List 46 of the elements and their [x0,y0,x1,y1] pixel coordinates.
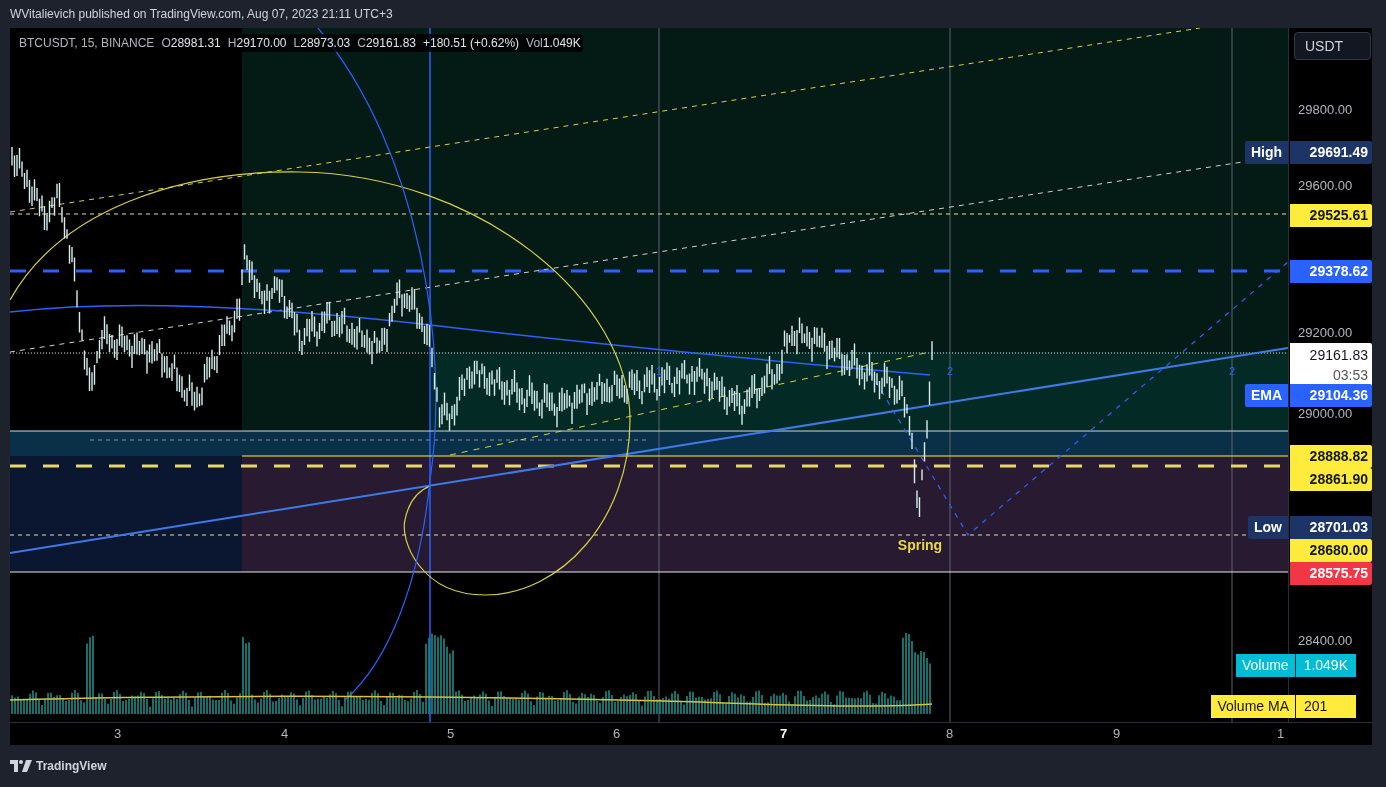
indicator-name: Volume MA [1211,695,1296,718]
price-tag: 28680.00 [1290,539,1372,562]
price-axis-label: 29600.00 [1298,178,1353,194]
ohlc-value: C29161.83 [357,35,416,52]
time-axis-label: 9 [1113,726,1121,742]
price-axis-label: 28400.00 [1298,633,1353,649]
chart-annotation: Spring [897,537,943,553]
symbol-info: BTCUSDT, 15, BINANCE [19,35,155,52]
time-axis-label: 4 [281,726,289,742]
time-axis-label: 6 [613,726,621,742]
wave-count-label: 2 [1228,365,1236,377]
time-axis-label: 5 [447,726,455,742]
price-tag: 28888.82 [1290,445,1372,468]
currency-button[interactable]: USDT [1294,32,1371,60]
brand-logo-icon [10,760,32,772]
price-tag: 29525.61 [1290,204,1372,227]
price-change: +180.51 (+0.62%) [423,35,520,52]
price-axis-label: 29800.00 [1298,102,1353,118]
price-tag: 29691.49 [1290,141,1372,164]
price-tag-label: EMA [1244,384,1288,407]
indicator-value: 201 [1303,697,1329,716]
price-tag: 28861.90 [1290,468,1372,491]
time-axis-label: 7 [780,726,788,742]
indicator-value: 1.049K [1302,656,1349,675]
price-tag-label: Low [1248,516,1288,539]
price-tag-label: High [1244,141,1288,164]
price-tag: 29104.36 [1290,384,1372,407]
time-axis-label: 3 [114,726,122,742]
price-axis-label: 29200.00 [1298,325,1353,341]
ohlc-value: H29170.00 [227,35,287,52]
price-tag: 28575.75 [1290,562,1372,585]
indicator-name: Volume [1235,654,1296,677]
wave-count-label: 2 [946,365,954,377]
price-tag-value: 29161.83 [1308,346,1368,365]
ohlc-value: L28973.03 [293,35,351,52]
price-tag: 29378.62 [1290,260,1372,283]
countdown-timer: 03:53 [1331,366,1368,385]
time-axis-label: 8 [946,726,954,742]
time-axis-label: 1 [1277,726,1285,742]
price-axis-label: 29000.00 [1298,406,1353,422]
volume-value: Vol1.049K [526,35,581,52]
brand-name: TradingView [36,758,107,775]
price-tag: 28701.03 [1290,516,1372,539]
publish-info: WVitalievich published on TradingView.com, Aug 07, 2023 21:11 UTC+3 [10,6,393,23]
ohlc-value: O28981.31 [161,35,221,52]
wave-count-label: 1 [655,365,663,377]
